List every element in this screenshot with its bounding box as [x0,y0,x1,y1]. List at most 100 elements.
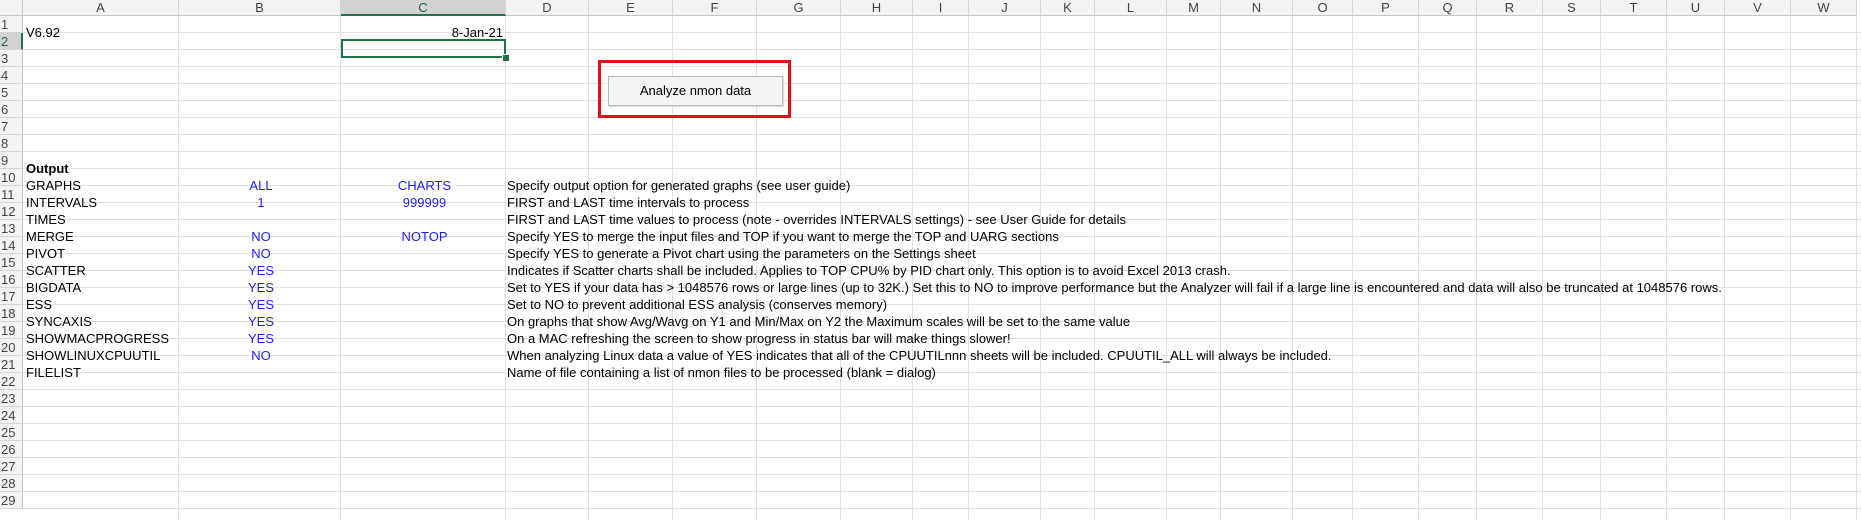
column-header-c[interactable]: C [341,0,506,16]
column-header-w[interactable]: W [1791,0,1857,16]
column-header-p[interactable]: P [1353,0,1419,16]
cell-b15[interactable]: YES [180,262,342,279]
column-header-n[interactable]: N [1221,0,1293,16]
cell-b16[interactable]: YES [180,279,342,296]
row-header-29[interactable]: 29 [0,492,23,509]
cell-c11[interactable]: 999999 [342,194,507,211]
row-header-3[interactable]: 3 [0,50,23,67]
cell-a16[interactable]: BIGDATA [24,279,81,296]
column-header-f[interactable]: F [673,0,757,16]
cell-d15[interactable]: Indicates if Scatter charts shall be inc… [505,262,1231,279]
column-header-s[interactable]: S [1543,0,1601,16]
cell-a1[interactable]: V6.92 [24,24,60,41]
row-header-14[interactable]: 14 [0,237,23,254]
row-header-18[interactable]: 18 [0,305,23,322]
row-header-8[interactable]: 8 [0,135,23,152]
column-header-t[interactable]: T [1601,0,1667,16]
row-header-12[interactable]: 12 [0,203,23,220]
column-header-a[interactable]: A [23,0,179,16]
column-header-g[interactable]: G [757,0,841,16]
cell-b17[interactable]: YES [180,296,342,313]
column-header-r[interactable]: R [1477,0,1543,16]
row-header-24[interactable]: 24 [0,407,23,424]
row-header-21[interactable]: 21 [0,356,23,373]
gridline-vertical [1724,16,1725,520]
cell-b14[interactable]: NO [180,245,342,262]
select-all-corner[interactable] [0,0,23,16]
cell-a18[interactable]: SYNCAXIS [24,313,92,330]
cell-d19[interactable]: On a MAC refreshing the screen to show p… [505,330,1011,347]
cell-d18[interactable]: On graphs that show Avg/Wavg on Y1 and M… [505,313,1130,330]
cell-a15[interactable]: SCATTER [24,262,86,279]
cell-d17[interactable]: Set to NO to prevent additional ESS anal… [505,296,887,313]
cell-b11[interactable]: 1 [180,194,342,211]
column-header-q[interactable]: Q [1419,0,1477,16]
row-header-28[interactable]: 28 [0,475,23,492]
cell-a10[interactable]: GRAPHS [24,177,81,194]
gridline-horizontal [23,83,1861,84]
row-header-9[interactable]: 9 [0,152,23,169]
cell-a11[interactable]: INTERVALS [24,194,97,211]
cell-d20[interactable]: When analyzing Linux data a value of YES… [505,347,1332,364]
row-header-13[interactable]: 13 [0,220,23,237]
cell-a20[interactable]: SHOWLINUXCPUUTIL [24,347,160,364]
row-header-15[interactable]: 15 [0,254,23,271]
column-header-v[interactable]: V [1725,0,1791,16]
row-header-5[interactable]: 5 [0,84,23,101]
column-header-i[interactable]: I [913,0,969,16]
row-header-17[interactable]: 17 [0,288,23,305]
column-header-k[interactable]: K [1041,0,1095,16]
row-header-23[interactable]: 23 [0,390,23,407]
cell-d13[interactable]: Specify YES to merge the input files and… [505,228,1059,245]
cell-a9[interactable]: Output [24,160,69,177]
row-header-2[interactable]: 2 [0,33,23,50]
row-header-26[interactable]: 26 [0,441,23,458]
cell-d16[interactable]: Set to YES if your data has > 1048576 ro… [505,279,1722,296]
row-header-27[interactable]: 27 [0,458,23,475]
row-header-7[interactable]: 7 [0,118,23,135]
cell-a14[interactable]: PIVOT [24,245,65,262]
column-header-l[interactable]: L [1095,0,1167,16]
cell-a19[interactable]: SHOWMACPROGRESS [24,330,169,347]
row-header-25[interactable]: 25 [0,424,23,441]
cell-b13[interactable]: NO [180,228,342,245]
cell-b19[interactable]: YES [180,330,342,347]
row-header-11[interactable]: 11 [0,186,23,203]
column-header-e[interactable]: E [589,0,673,16]
column-header-b[interactable]: B [179,0,341,16]
row-header-19[interactable]: 19 [0,322,23,339]
gridline-vertical [178,16,179,520]
cell-d12[interactable]: FIRST and LAST time values to process (n… [505,211,1126,228]
row-header-4[interactable]: 4 [0,67,23,84]
column-header-d[interactable]: D [506,0,589,16]
row-header-6[interactable]: 6 [0,101,23,118]
cell-d14[interactable]: Specify YES to generate a Pivot chart us… [505,245,976,262]
cell-a12[interactable]: TIMES [24,211,66,228]
column-header-m[interactable]: M [1167,0,1221,16]
cell-c1[interactable]: 8-Jan-21 [342,24,507,41]
cell-a17[interactable]: ESS [24,296,52,313]
cell-b18[interactable]: YES [180,313,342,330]
column-header-o[interactable]: O [1293,0,1353,16]
cell-a13[interactable]: MERGE [24,228,74,245]
row-header-1[interactable]: 1 [0,16,23,33]
row-header-16[interactable]: 16 [0,271,23,288]
cell-b20[interactable]: NO [180,347,342,364]
analyze-nmon-button[interactable]: Analyze nmon data [608,76,783,106]
column-header-u[interactable]: U [1667,0,1725,16]
cell-d11[interactable]: FIRST and LAST time intervals to process [505,194,749,211]
spreadsheet-grid[interactable]: ABCDEFGHIJKLMNOPQRSTUVW 1 2 3 4 5 6 7 8 9 10 11 12 1… [0,0,1861,520]
row-header-10[interactable]: 10 [0,169,23,186]
column-header-h[interactable]: H [841,0,913,16]
cell-c13[interactable]: NOTOP [342,228,507,245]
fill-handle[interactable] [502,54,510,62]
cell-c10[interactable]: CHARTS [342,177,507,194]
cell-a21[interactable]: FILELIST [24,364,81,381]
row-header-22[interactable]: 22 [0,373,23,390]
active-cell-c2[interactable] [341,39,506,58]
row-header-20[interactable]: 20 [0,339,23,356]
cell-b10[interactable]: ALL [180,177,342,194]
column-header-j[interactable]: J [969,0,1041,16]
cell-d10[interactable]: Specify output option for generated grap… [505,177,850,194]
cell-d21[interactable]: Name of file containing a list of nmon f… [505,364,936,381]
